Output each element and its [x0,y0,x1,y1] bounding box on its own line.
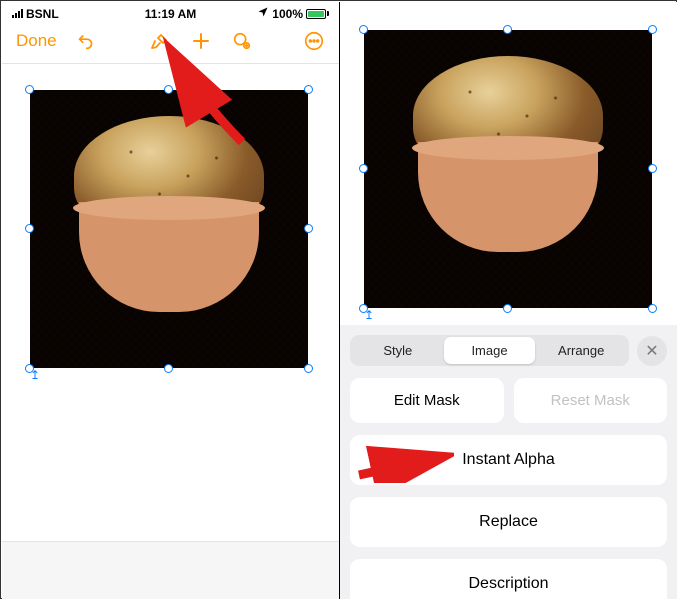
resize-handle[interactable] [164,364,173,373]
anchor-pin-icon: ↥ [30,368,40,382]
muffin-photo [30,90,308,368]
format-tabs[interactable]: Style Image Arrange [350,335,629,366]
replace-button[interactable]: Replace [350,497,667,547]
more-button[interactable] [303,30,325,52]
collaborate-button[interactable] [231,30,253,52]
tab-image[interactable]: Image [444,337,536,364]
add-button[interactable] [189,29,213,53]
resize-handle[interactable] [25,85,34,94]
selected-image[interactable]: ↥ [30,90,308,368]
resize-handle[interactable] [304,364,313,373]
resize-handle[interactable] [304,224,313,233]
brush-button[interactable] [147,29,171,53]
keyboard-accessory [2,541,339,599]
toolbar: Done [2,23,339,63]
undo-button[interactable] [75,30,97,52]
battery-icon [306,9,329,19]
signal-icon [12,9,23,18]
format-panel: Style Image Arrange ✕ Edit Mask Reset Ma… [340,325,677,599]
battery-pct: 100% [272,7,303,21]
reset-mask-button: Reset Mask [514,378,668,423]
resize-handle[interactable] [648,304,657,313]
description-button[interactable]: Description [350,559,667,609]
status-bar: BSNL 11:19 AM 100% [2,2,339,23]
done-button[interactable]: Done [16,31,57,51]
edit-mask-button[interactable]: Edit Mask [350,378,504,423]
resize-handle[interactable] [648,164,657,173]
resize-handle[interactable] [359,164,368,173]
tab-arrange[interactable]: Arrange [535,337,627,364]
carrier-label: BSNL [26,7,59,21]
anchor-pin-icon: ↥ [364,308,374,322]
resize-handle[interactable] [503,25,512,34]
selected-image[interactable]: ↥ [364,30,652,308]
resize-handle[interactable] [25,224,34,233]
left-screenshot: BSNL 11:19 AM 100% Done [2,2,339,599]
location-icon [257,6,269,21]
resize-handle[interactable] [648,25,657,34]
instant-alpha-button[interactable]: Instant Alpha [350,435,667,485]
resize-handle[interactable] [164,85,173,94]
resize-handle[interactable] [503,304,512,313]
resize-handle[interactable] [304,85,313,94]
muffin-photo [364,30,652,308]
document-canvas[interactable]: ↥ [2,64,339,599]
resize-handle[interactable] [359,25,368,34]
tab-style[interactable]: Style [352,337,444,364]
close-icon: ✕ [645,341,658,361]
close-button[interactable]: ✕ [637,336,667,366]
right-screenshot: ↥ Style Image Arrange ✕ Edit Mask Reset … [340,2,677,599]
